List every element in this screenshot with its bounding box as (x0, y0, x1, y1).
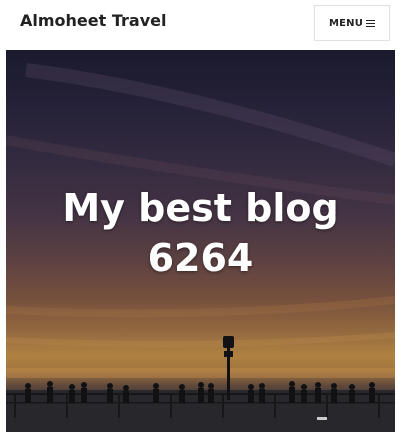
menu-label: MENU (328, 17, 364, 29)
page-edge (395, 50, 401, 432)
hero-title-line-2: 6264 (147, 236, 254, 280)
menu-button[interactable]: MENU (314, 5, 390, 41)
hero-title[interactable]: My best blog 6264 (6, 183, 395, 283)
hero-title-line-1: My best blog (62, 186, 339, 230)
hero-banner: My best blog 6264 (6, 50, 395, 432)
hamburger-icon (366, 19, 376, 28)
site-header: Almoheet Travel MENU (0, 0, 401, 48)
site-title[interactable]: Almoheet Travel (20, 11, 166, 30)
